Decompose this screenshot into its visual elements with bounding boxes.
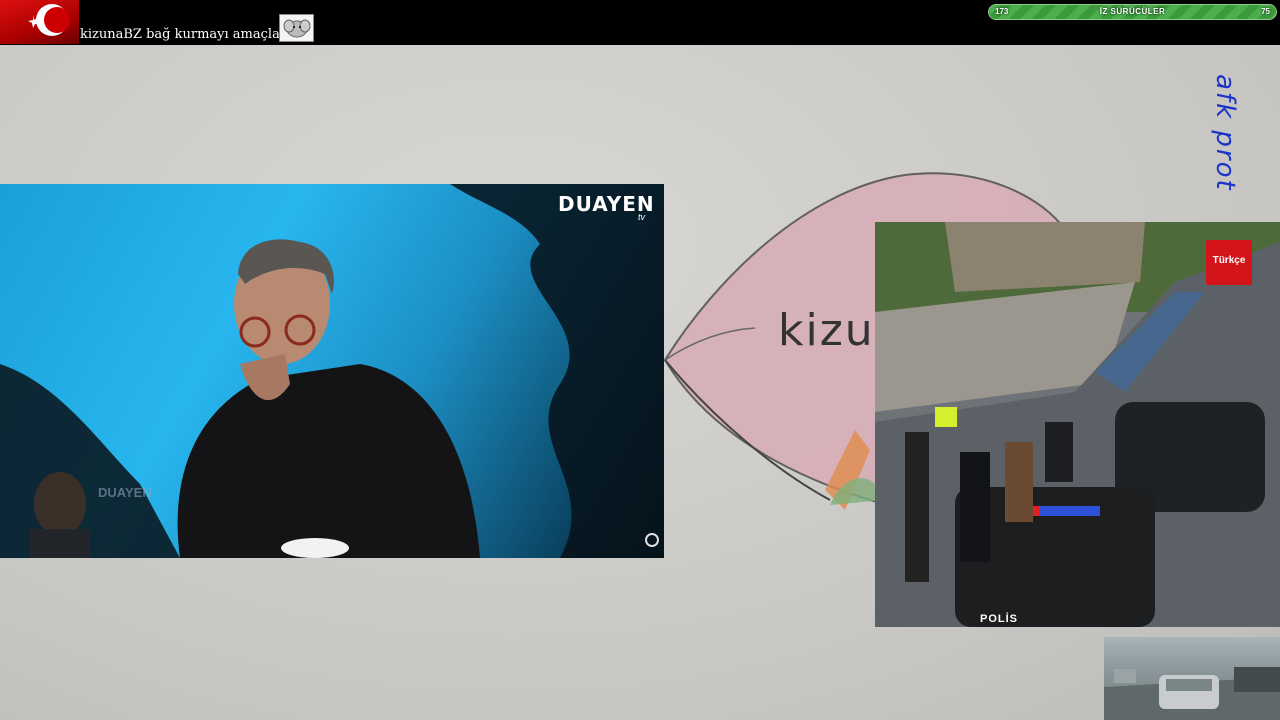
afk-overlay-text: afk prot — [1210, 74, 1240, 192]
small-video-feed — [1104, 637, 1280, 720]
elephant-emote-icon — [279, 14, 314, 42]
road-scene — [1104, 667, 1280, 720]
police-car-text: POLİS — [980, 613, 1019, 625]
news-channel-badge: Türkçe — [1206, 240, 1252, 285]
drawing-handwritten-text: kizu — [778, 305, 875, 356]
goal-target-count: 75 — [1261, 7, 1270, 16]
studio-scene — [0, 184, 664, 558]
goal-label: İZ SÜRÜCÜLER — [1099, 7, 1166, 16]
follower-goal-bar: 173 İZ SÜRÜCÜLER 75 — [988, 4, 1277, 20]
studio-video-feed: DUAYEN tv DUAYEN — [0, 184, 664, 558]
channel-logo-suffix: tv — [638, 212, 646, 222]
channel-watermark: DUAYEN — [98, 485, 152, 500]
scrolling-ticker-text: kizunaBZ bağ kurmayı amaçlar — [80, 27, 287, 42]
stream-top-bar: kizunaBZ bağ kurmayı amaçlar 173 İZ SÜRÜ… — [0, 0, 1280, 45]
turkish-flag-icon — [0, 0, 79, 44]
news-channel-badge-text: Türkçe — [1212, 255, 1246, 266]
